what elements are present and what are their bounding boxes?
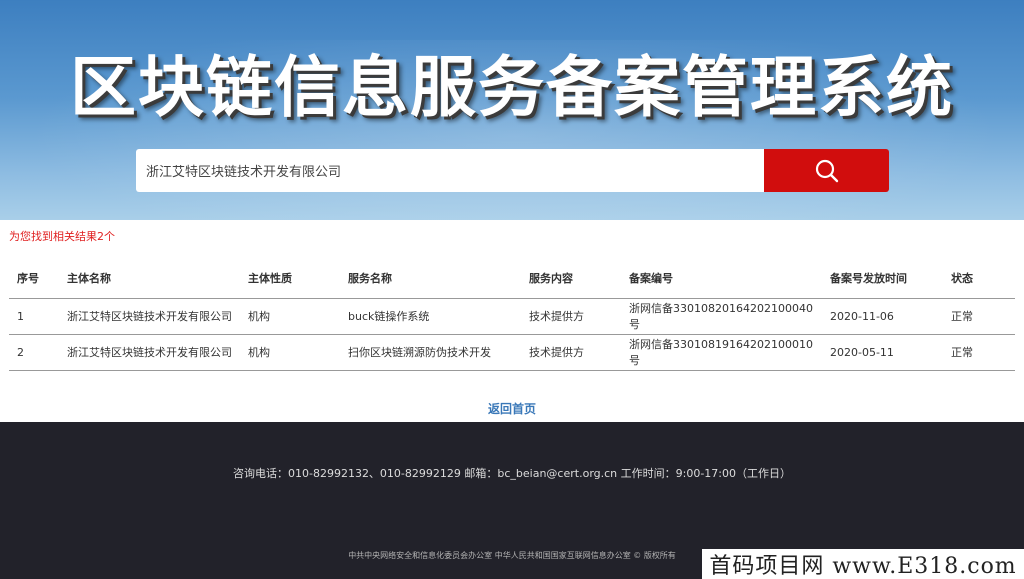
cell-service-name: buck链操作系统 [340, 298, 521, 335]
back-home-link[interactable]: 返回首页 [0, 400, 1024, 417]
cell-filing-number: 浙网信备33010820164202100040号 [621, 298, 822, 335]
results-table-wrap: 序号 主体名称 主体性质 服务名称 服务内容 备案编号 备案号发放时间 状态 1… [9, 258, 1015, 371]
cell-status: 正常 [943, 298, 1015, 335]
cell-entity-type: 机构 [240, 334, 340, 371]
col-header-index: 序号 [9, 258, 59, 299]
cell-service-name: 扫你区块链溯源防伪技术开发 [340, 334, 521, 371]
search-icon [815, 159, 838, 182]
cell-entity-type: 机构 [240, 298, 340, 335]
footer-contact-info: 咨询电话：010-82992132、010-82992129 邮箱：bc_bei… [232, 467, 792, 480]
search-input[interactable] [136, 149, 764, 192]
watermark: 首码项目网 www.E318.com [702, 549, 1024, 579]
col-header-filing-number: 备案编号 [621, 258, 822, 299]
cell-service-content: 技术提供方 [521, 298, 621, 335]
cell-index: 2 [9, 334, 59, 371]
page-title: 区块链信息服务备案管理系统 [70, 49, 954, 126]
result-count: 为您找到相关结果2个 [9, 230, 115, 243]
cell-entity-name: 浙江艾特区块链技术开发有限公司 [59, 298, 240, 335]
cell-entity-name: 浙江艾特区块链技术开发有限公司 [59, 334, 240, 371]
cell-issue-date: 2020-11-06 [822, 298, 943, 335]
cell-filing-number: 浙网信备33010819164202100010号 [621, 334, 822, 371]
col-header-status: 状态 [943, 258, 1015, 299]
table-row: 2 浙江艾特区块链技术开发有限公司 机构 扫你区块链溯源防伪技术开发 技术提供方… [9, 334, 1015, 371]
col-header-service-content: 服务内容 [521, 258, 621, 299]
header-banner: 区块链信息服务备案管理系统 [0, 0, 1024, 220]
results-table: 序号 主体名称 主体性质 服务名称 服务内容 备案编号 备案号发放时间 状态 1… [9, 258, 1015, 371]
table-header-row: 序号 主体名称 主体性质 服务名称 服务内容 备案编号 备案号发放时间 状态 [9, 258, 1015, 299]
col-header-entity-name: 主体名称 [59, 258, 240, 299]
table-row: 1 浙江艾特区块链技术开发有限公司 机构 buck链操作系统 技术提供方 浙网信… [9, 298, 1015, 335]
col-header-entity-type: 主体性质 [240, 258, 340, 299]
col-header-issue-date: 备案号发放时间 [822, 258, 943, 299]
col-header-service-name: 服务名称 [340, 258, 521, 299]
cell-index: 1 [9, 298, 59, 335]
cell-service-content: 技术提供方 [521, 334, 621, 371]
search-button[interactable] [764, 149, 889, 192]
cell-status: 正常 [943, 334, 1015, 371]
cell-issue-date: 2020-05-11 [822, 334, 943, 371]
